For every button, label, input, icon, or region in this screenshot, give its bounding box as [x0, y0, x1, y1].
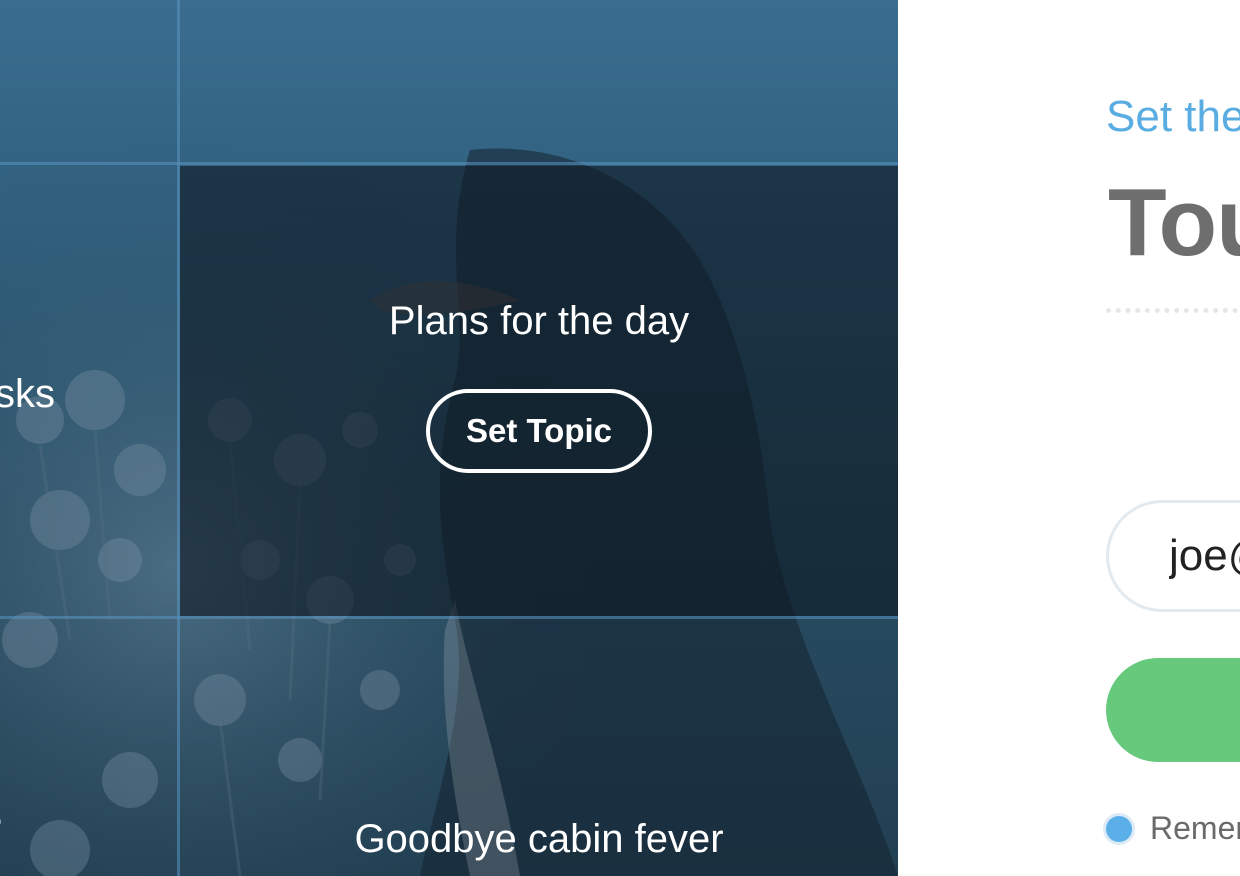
remember-me-checkbox[interactable]	[1106, 815, 1132, 842]
page-subtitle: Set the	[1106, 92, 1240, 141]
remember-me-label: Remem	[1150, 810, 1240, 846]
submit-button[interactable]	[1106, 658, 1240, 762]
divider	[1106, 308, 1240, 313]
grid-divider	[0, 162, 898, 165]
page-title: Tou	[1108, 169, 1240, 276]
topic-tile[interactable]: ?	[0, 619, 178, 876]
tile-title: ?	[0, 807, 2, 852]
tile-title: Goodbye cabin fever	[354, 817, 724, 861]
login-panel: Set the Tou Remem	[898, 0, 1240, 876]
grid-divider	[177, 0, 180, 876]
tile-title: sks	[0, 372, 55, 416]
topic-tile[interactable]	[180, 0, 898, 163]
topic-tile[interactable]: Goodbye cabin fever	[180, 619, 898, 876]
tile-title: Plans for the day	[388, 299, 690, 343]
topic-tile[interactable]	[0, 0, 178, 163]
topic-tile-active[interactable]: Plans for the day Set Topic	[180, 166, 898, 616]
grid-divider	[0, 616, 898, 619]
app-window: sks Plans for the day Set Topic ? Goodby…	[0, 0, 1240, 876]
topic-tile[interactable]: sks	[0, 165, 178, 616]
remember-me-row[interactable]: Remem	[1106, 810, 1240, 847]
set-topic-button[interactable]: Set Topic	[426, 389, 652, 473]
topic-photo-grid: sks Plans for the day Set Topic ? Goodby…	[0, 0, 898, 876]
email-field[interactable]	[1106, 500, 1240, 612]
